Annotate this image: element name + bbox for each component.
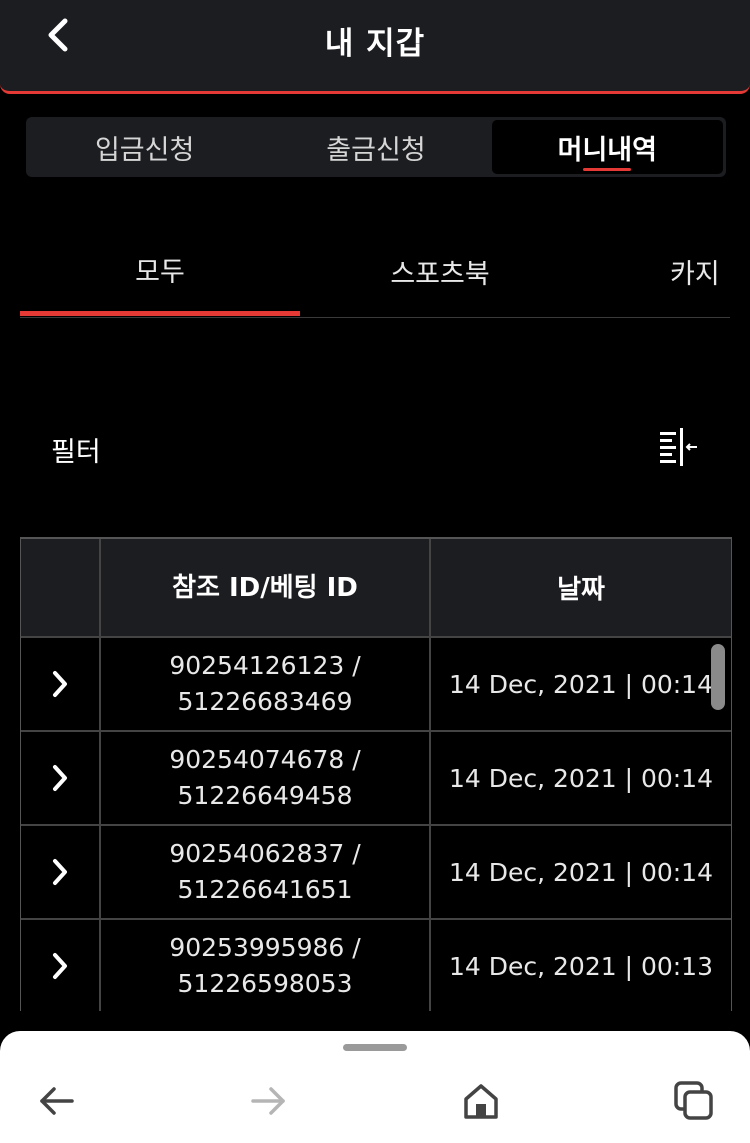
reference-id: 90254062837 /: [169, 839, 361, 868]
category-subtabs: 모두 스포츠북 카지: [20, 228, 730, 318]
table-row: 90254126123 / 51226683469 14 Dec, 2021 |…: [21, 638, 731, 732]
browser-home-button[interactable]: [453, 1075, 509, 1127]
back-arrow-icon: [40, 1087, 74, 1115]
app-header: 내 지갑: [0, 0, 750, 94]
tabs-icon: [674, 1081, 713, 1120]
reference-bet-id-cell: 90254074678 / 51226649458: [101, 732, 431, 824]
browser-back-button[interactable]: [28, 1075, 84, 1127]
header-reference-id: 참조 ID/베팅 ID: [101, 539, 431, 636]
date-cell: 14 Dec, 2021 | 00:14: [448, 669, 713, 699]
filter-collapse-icon: [660, 428, 697, 466]
wallet-tabs: 입금신청 출금신청 머니내역: [26, 117, 726, 177]
reference-id: 90254074678 /: [169, 745, 361, 774]
browser-tabs-button[interactable]: [666, 1075, 722, 1127]
reference-id: 90253995986 /: [169, 933, 361, 962]
bet-id: 51226649458: [177, 781, 353, 810]
subtab-all[interactable]: 모두: [20, 228, 300, 316]
page-title: 내 지갑: [324, 26, 426, 62]
browser-bottom-bar: [0, 1031, 750, 1143]
browser-forward-button[interactable]: [241, 1075, 297, 1127]
date-cell: 14 Dec, 2021 | 00:14: [448, 763, 713, 793]
table-row: 90253995986 / 51226598053 14 Dec, 2021 |…: [21, 920, 731, 1011]
reference-id: 90254126123 /: [169, 651, 361, 680]
row-expand-button[interactable]: [21, 638, 101, 730]
history-table: 참조 ID/베팅 ID 날짜 90254126123 / 51226683469…: [20, 537, 732, 1011]
reference-bet-id-cell: 90254062837 / 51226641651: [101, 826, 431, 918]
tab-deposit-request[interactable]: 입금신청: [29, 120, 260, 174]
subtab-casino[interactable]: 카지: [670, 228, 730, 314]
tab-money-history[interactable]: 머니내역: [491, 120, 723, 174]
chevron-right-icon: [53, 953, 67, 979]
subtab-sportsbook[interactable]: 스포츠북: [320, 228, 560, 314]
table-row: 90254062837 / 51226641651 14 Dec, 2021 |…: [21, 826, 731, 920]
home-icon: [464, 1084, 498, 1119]
filter-label: 필터: [51, 437, 101, 468]
chevron-right-icon: [53, 765, 67, 791]
table-row: 90254074678 / 51226649458 14 Dec, 2021 |…: [21, 732, 731, 826]
bet-id: 51226683469: [177, 687, 353, 716]
table-scrollbar[interactable]: [711, 644, 725, 710]
bet-id: 51226598053: [177, 969, 353, 998]
filter-toggle-button[interactable]: [652, 422, 704, 470]
drag-handle[interactable]: [343, 1044, 407, 1051]
tab-withdraw-request[interactable]: 출금신청: [260, 120, 491, 174]
chevron-right-icon: [53, 671, 67, 697]
date-cell: 14 Dec, 2021 | 00:14: [448, 857, 713, 887]
date-cell: 14 Dec, 2021 | 00:13: [448, 951, 713, 981]
row-expand-button[interactable]: [21, 826, 101, 918]
reference-bet-id-cell: 90254126123 / 51226683469: [101, 638, 431, 730]
forward-arrow-icon: [251, 1087, 285, 1115]
row-expand-button[interactable]: [21, 732, 101, 824]
table-header-row: 참조 ID/베팅 ID 날짜: [21, 537, 731, 638]
row-expand-button[interactable]: [21, 920, 101, 1011]
bet-id: 51226641651: [177, 875, 353, 904]
header-expander-cell: [21, 539, 101, 636]
reference-bet-id-cell: 90253995986 / 51226598053: [101, 920, 431, 1011]
header-date: 날짜: [557, 575, 605, 605]
chevron-right-icon: [53, 859, 67, 885]
